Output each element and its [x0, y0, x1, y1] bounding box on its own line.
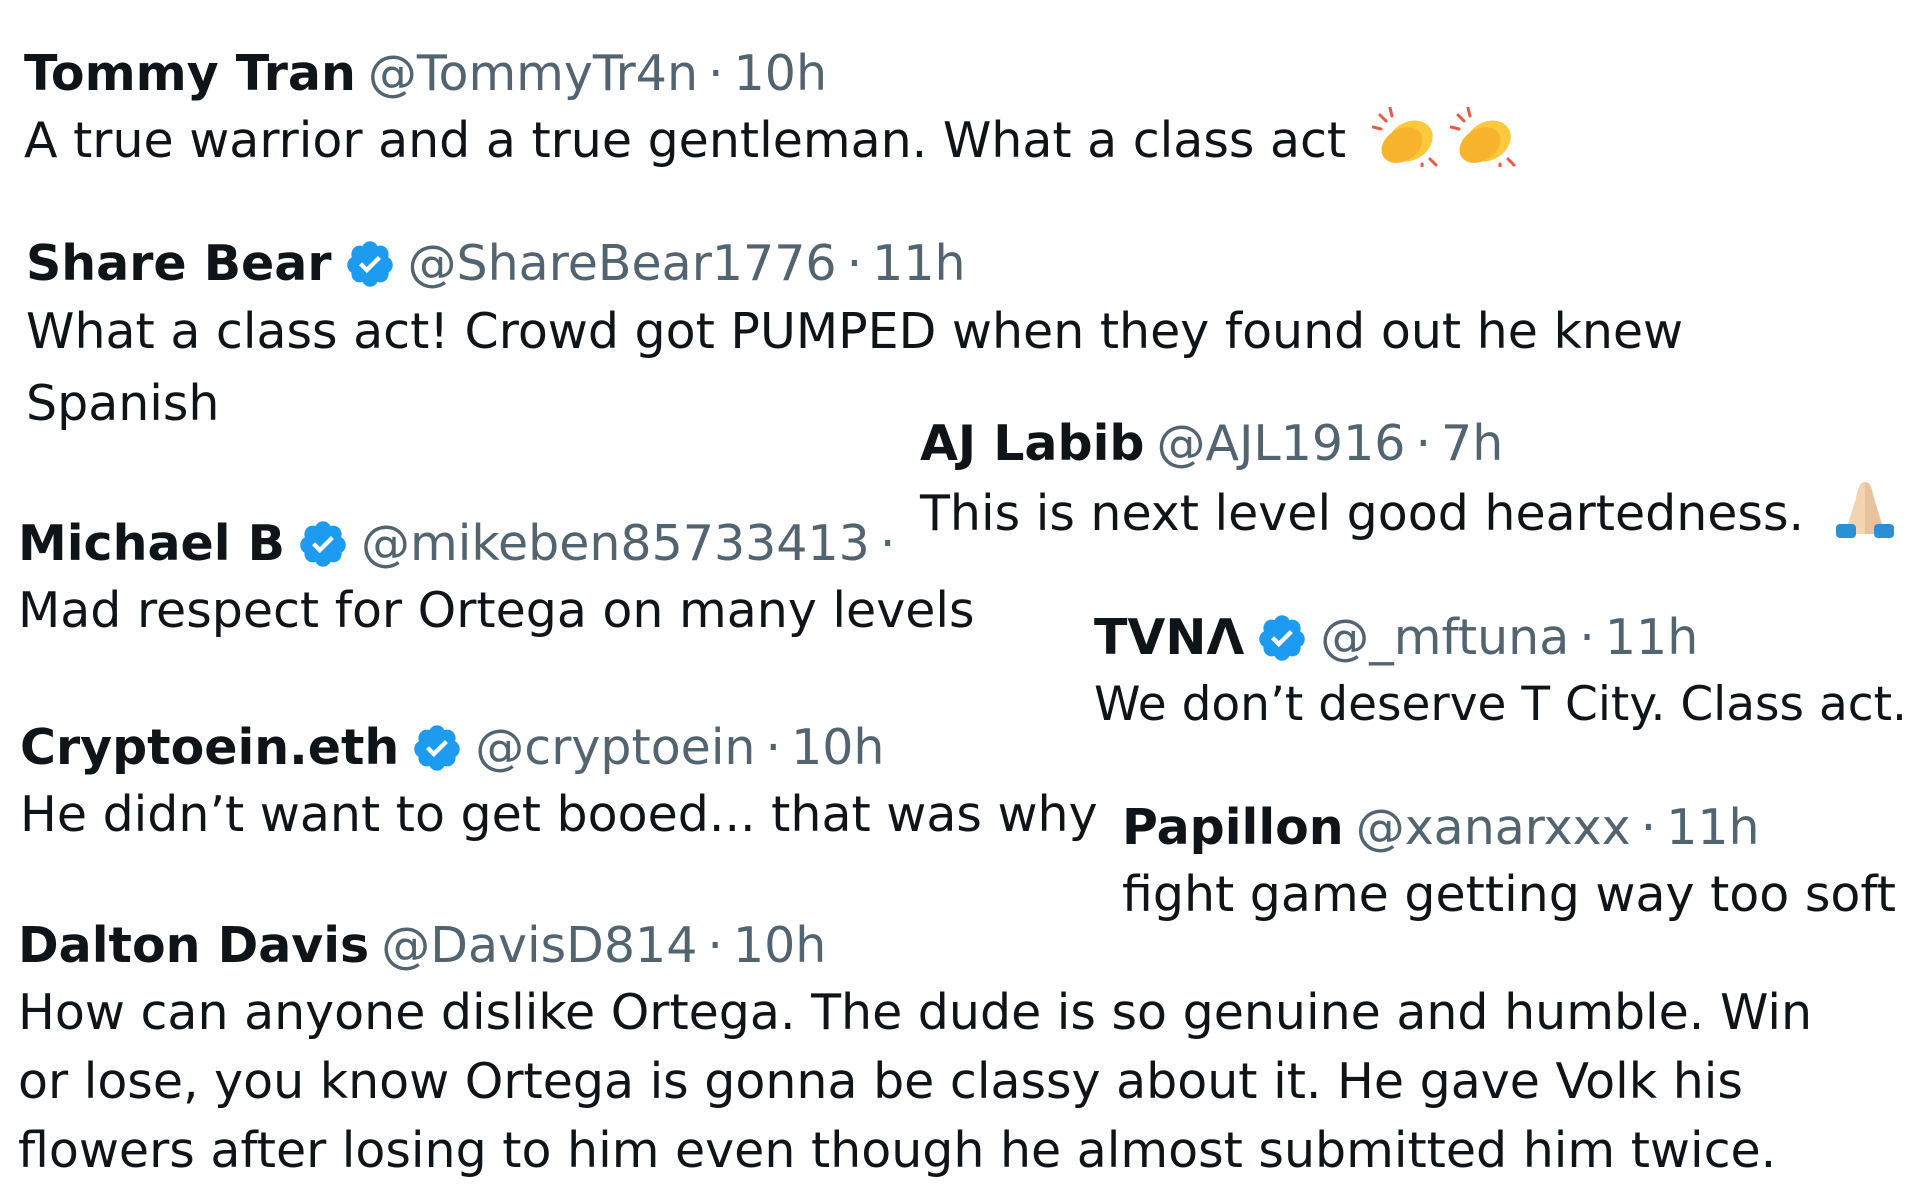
- separator: ·: [765, 719, 782, 776]
- folded-hands-icon: [1830, 476, 1900, 559]
- tweet-header: Michael B @mikeben85733413 ·: [18, 512, 974, 576]
- tweet-header: Papillon @xanarxxx · 11h: [1122, 796, 1896, 860]
- author-name[interactable]: AJ Labib: [920, 412, 1144, 476]
- tweet-text: A true warrior and a true gentleman. Wha…: [24, 112, 1347, 169]
- tweet-papillon[interactable]: Papillon @xanarxxx · 11h fight game gett…: [1122, 796, 1896, 930]
- tweet-header: Cryptoein.eth @cryptoein · 10h: [20, 716, 1098, 780]
- timestamp[interactable]: 10h: [791, 716, 884, 780]
- tweet-text: This is next level good heartedness.: [920, 485, 1805, 542]
- author-handle[interactable]: @ShareBear1776: [408, 232, 837, 296]
- timestamp[interactable]: 10h: [733, 914, 826, 978]
- verified-badge-icon: [411, 722, 463, 774]
- author-handle[interactable]: @AJL1916: [1156, 412, 1405, 476]
- author-handle[interactable]: @cryptoein: [475, 716, 755, 780]
- author-handle[interactable]: @TommyTr4n: [368, 42, 698, 106]
- tweet-header: TVNΛ @_mftuna · 11h: [1094, 606, 1907, 670]
- timestamp[interactable]: 11h: [872, 232, 965, 296]
- author-name[interactable]: Papillon: [1122, 796, 1344, 860]
- tweet-header: Share Bear @ShareBear1776 · 11h: [26, 232, 1746, 296]
- tweet-michael-b[interactable]: Michael B @mikeben85733413 · Mad respect…: [18, 512, 974, 646]
- tweet-text-container: A true warrior and a true gentleman. Wha…: [24, 106, 1524, 186]
- verified-badge-icon: [344, 238, 396, 290]
- tweet-text-container: This is next level good heartedness.: [920, 476, 1900, 559]
- author-name[interactable]: Tommy Tran: [24, 42, 356, 106]
- tweet-text: Mad respect for Ortega on many levels: [18, 582, 975, 639]
- separator: ·: [1415, 415, 1432, 472]
- timestamp[interactable]: 7h: [1441, 412, 1503, 476]
- timestamp[interactable]: 11h: [1666, 796, 1759, 860]
- tweet-header: AJ Labib @AJL1916 · 7h: [920, 412, 1900, 476]
- author-name[interactable]: Dalton Davis: [18, 914, 369, 978]
- separator: ·: [708, 45, 724, 102]
- author-handle[interactable]: @xanarxxx: [1356, 796, 1631, 860]
- clapping-hands-icon: [1371, 106, 1446, 186]
- tweet-header: Dalton Davis @DavisD814 · 10h: [18, 914, 1818, 978]
- tweet-text: How can anyone dislike Ortega. The dude …: [18, 984, 1813, 1179]
- author-name[interactable]: Share Bear: [26, 232, 332, 296]
- timestamp[interactable]: 10h: [734, 42, 827, 106]
- separator: ·: [846, 235, 863, 292]
- verified-badge-icon: [1256, 612, 1308, 664]
- author-handle[interactable]: @mikeben85733413: [361, 512, 870, 576]
- author-name[interactable]: Cryptoein.eth: [20, 716, 399, 780]
- separator: ·: [1640, 799, 1657, 856]
- tweet-tvna[interactable]: TVNΛ @_mftuna · 11h We don’t deserve T C…: [1094, 606, 1907, 740]
- separator: ·: [879, 515, 896, 572]
- tweet-header: Tommy Tran @TommyTr4n · 10h: [24, 42, 1524, 106]
- author-handle[interactable]: @_mftuna: [1320, 606, 1569, 670]
- author-name[interactable]: Michael B: [18, 512, 285, 576]
- separator: ·: [1579, 609, 1595, 666]
- author-handle[interactable]: @DavisD814: [381, 914, 697, 978]
- tweet-dalton-davis[interactable]: Dalton Davis @DavisD814 · 10h How can an…: [18, 914, 1818, 1185]
- tweet-text: We don’t deserve T City. Class act.: [1094, 677, 1907, 732]
- verified-badge-icon: [297, 518, 349, 570]
- tweet-aj-labib[interactable]: AJ Labib @AJL1916 · 7h This is next leve…: [920, 412, 1900, 559]
- tweet-text: He didn’t want to get booed... that was …: [20, 786, 1098, 843]
- separator: ·: [707, 917, 723, 974]
- tweet-tommy-tran[interactable]: Tommy Tran @TommyTr4n · 10h A true warri…: [24, 42, 1524, 186]
- tweet-cryptoein[interactable]: Cryptoein.eth @cryptoein · 10h He didn’t…: [20, 716, 1098, 850]
- clapping-hands-icon: [1449, 106, 1524, 186]
- tweet-share-bear[interactable]: Share Bear @ShareBear1776 · 11h What a c…: [26, 232, 1746, 440]
- author-name[interactable]: TVNΛ: [1094, 606, 1244, 670]
- timestamp[interactable]: 11h: [1605, 606, 1698, 670]
